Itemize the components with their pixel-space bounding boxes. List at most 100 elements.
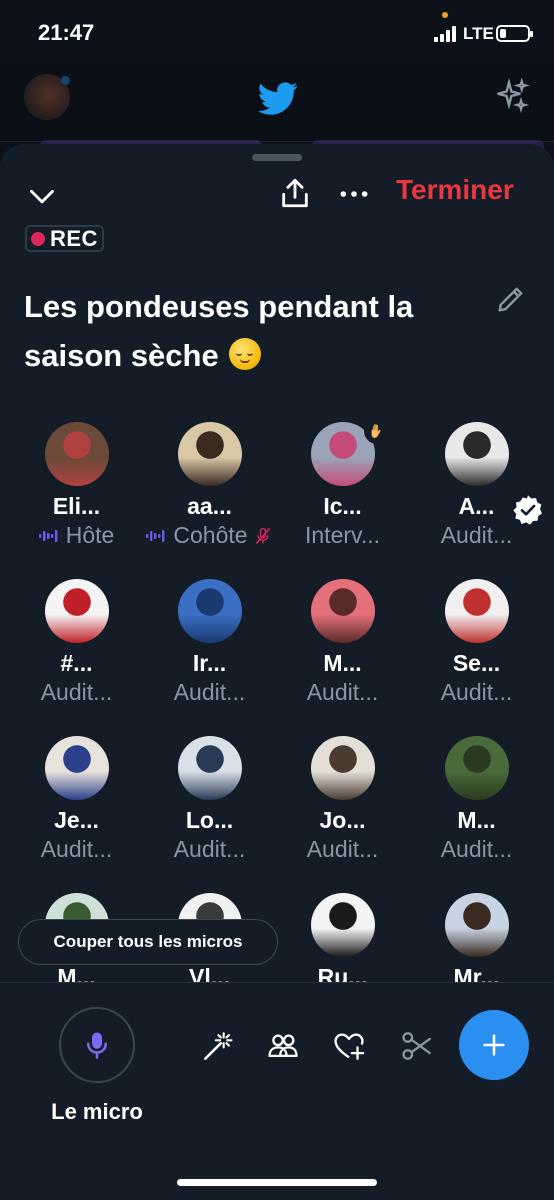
participant-role-label: Audit... (173, 836, 246, 862)
participant-avatar[interactable] (177, 579, 242, 643)
participant-avatar[interactable] (44, 736, 109, 800)
speaking-wave-icon (146, 529, 165, 542)
participant-avatar[interactable] (444, 736, 509, 800)
participant-name: Ir... (192, 650, 227, 676)
participant-card[interactable]: Ic... Interv... (276, 418, 409, 549)
plus-icon (483, 1034, 505, 1056)
recording-badge: REC (25, 225, 104, 252)
participant-name: Se... (452, 650, 501, 676)
participant-role: Audit... (410, 836, 543, 863)
add-fab-button[interactable] (459, 1010, 529, 1080)
participant-card[interactable]: Ru... (276, 893, 409, 993)
participant-name: Eli... (52, 493, 101, 519)
twitter-bird-icon (258, 82, 298, 115)
battery-icon (496, 25, 533, 42)
sheet-grabber[interactable] (252, 154, 302, 161)
sparkle-icon[interactable] (494, 78, 530, 114)
verified-badge-icon (513, 495, 542, 525)
participant-name: Lo... (185, 807, 234, 833)
participant-role-label: Audit... (306, 836, 379, 862)
participant-role: Cohôte (143, 522, 276, 549)
mic-button[interactable] (59, 1007, 135, 1083)
participant-role-label: Audit... (173, 679, 246, 705)
participant-avatar[interactable] (444, 579, 509, 643)
participant-card[interactable]: Je... Audit... (10, 736, 143, 863)
mute-all-button[interactable]: Couper tous les micros (18, 919, 278, 965)
scissors-icon[interactable] (400, 1029, 434, 1063)
participant-avatar[interactable] (310, 579, 375, 643)
network-label: LTE (463, 24, 494, 43)
participant-role: Audit... (276, 836, 409, 863)
participant-role-label: Hôte (65, 522, 115, 548)
participant-role: Audit... (276, 679, 409, 706)
microphone-icon (87, 1032, 107, 1059)
signal-icon (434, 26, 458, 42)
status-time: 21:47 (38, 20, 95, 45)
magic-wand-icon[interactable] (201, 1029, 235, 1063)
heart-plus-icon[interactable] (332, 1029, 366, 1063)
raised-hand-icon (364, 418, 390, 444)
participant-role-label: Audit... (440, 836, 513, 862)
participant-card[interactable]: aa... Cohôte (143, 422, 276, 549)
relieved-face-emoji-icon (229, 338, 262, 370)
participant-card[interactable]: A... Audit... (410, 422, 543, 549)
participant-name: M... (457, 807, 496, 833)
recording-label: REC (50, 225, 98, 251)
timeline-header (0, 62, 554, 142)
participant-role: Audit... (410, 679, 543, 706)
participant-avatar[interactable] (444, 893, 509, 957)
participant-role-label: Audit... (440, 522, 513, 548)
participant-name: aa... (187, 493, 232, 519)
end-space-button[interactable]: Terminer (396, 174, 514, 206)
participant-avatar[interactable] (44, 422, 109, 486)
participant-name: M... (323, 650, 362, 676)
profile-avatar[interactable] (24, 74, 70, 120)
participant-card[interactable]: Jo... Audit... (276, 736, 409, 863)
status-bar: 21:47 LTE (0, 0, 554, 62)
space-title: Les pondeuses pendant la saison sèche (24, 282, 494, 380)
speaking-wave-icon (38, 529, 58, 542)
share-icon[interactable] (278, 176, 312, 210)
participant-name: Je... (54, 807, 99, 833)
chevron-down-icon[interactable] (28, 182, 56, 210)
participant-avatar[interactable] (177, 736, 242, 800)
more-options-icon[interactable] (338, 178, 370, 210)
participant-role: Audit... (10, 836, 143, 863)
edit-pencil-icon[interactable] (494, 282, 528, 316)
participant-role-label: Audit... (40, 836, 113, 862)
participant-card[interactable]: Eli... Hôte (10, 422, 143, 549)
mic-label: Le micro (51, 1099, 143, 1124)
participant-card[interactable]: M... Audit... (276, 579, 409, 706)
participant-card[interactable]: M... Audit... (410, 736, 543, 863)
participant-role: Interv... (276, 522, 409, 549)
space-title-text: Les pondeuses pendant la saison sèche (24, 289, 414, 373)
participant-card[interactable]: Se... Audit... (410, 579, 543, 706)
participant-avatar[interactable] (444, 422, 509, 486)
people-icon[interactable] (266, 1029, 300, 1063)
participant-card[interactable]: Mr... (410, 893, 543, 993)
participant-card[interactable]: Ir... Audit... (143, 579, 276, 706)
participant-role-label: Cohôte (173, 522, 248, 548)
participant-card[interactable]: #... Audit... (10, 579, 143, 706)
mic-muted-icon (255, 527, 270, 544)
participant-avatar[interactable] (177, 422, 242, 486)
participant-role: Audit... (143, 836, 276, 863)
participant-name: Jo... (319, 807, 366, 833)
participant-avatar[interactable] (44, 579, 109, 643)
participant-role-label: Audit... (440, 679, 513, 705)
participant-role: Audit... (143, 679, 276, 706)
participant-role: Audit... (10, 679, 143, 706)
participant-avatar[interactable] (310, 736, 375, 800)
participant-role-label: Audit... (306, 679, 379, 705)
participant-name: #... (60, 650, 93, 676)
participant-avatar[interactable] (310, 893, 375, 957)
participant-role: Audit... (410, 522, 543, 549)
participant-role-label: Audit... (40, 679, 113, 705)
privacy-indicator-icon (442, 12, 448, 18)
recording-dot-icon (31, 231, 45, 246)
home-indicator[interactable] (177, 1179, 377, 1186)
participant-role-label: Interv... (305, 522, 380, 548)
participant-name: Ic... (323, 493, 362, 519)
space-controls-bar: Le micro (0, 982, 554, 1200)
participant-card[interactable]: Lo... Audit... (143, 736, 276, 863)
